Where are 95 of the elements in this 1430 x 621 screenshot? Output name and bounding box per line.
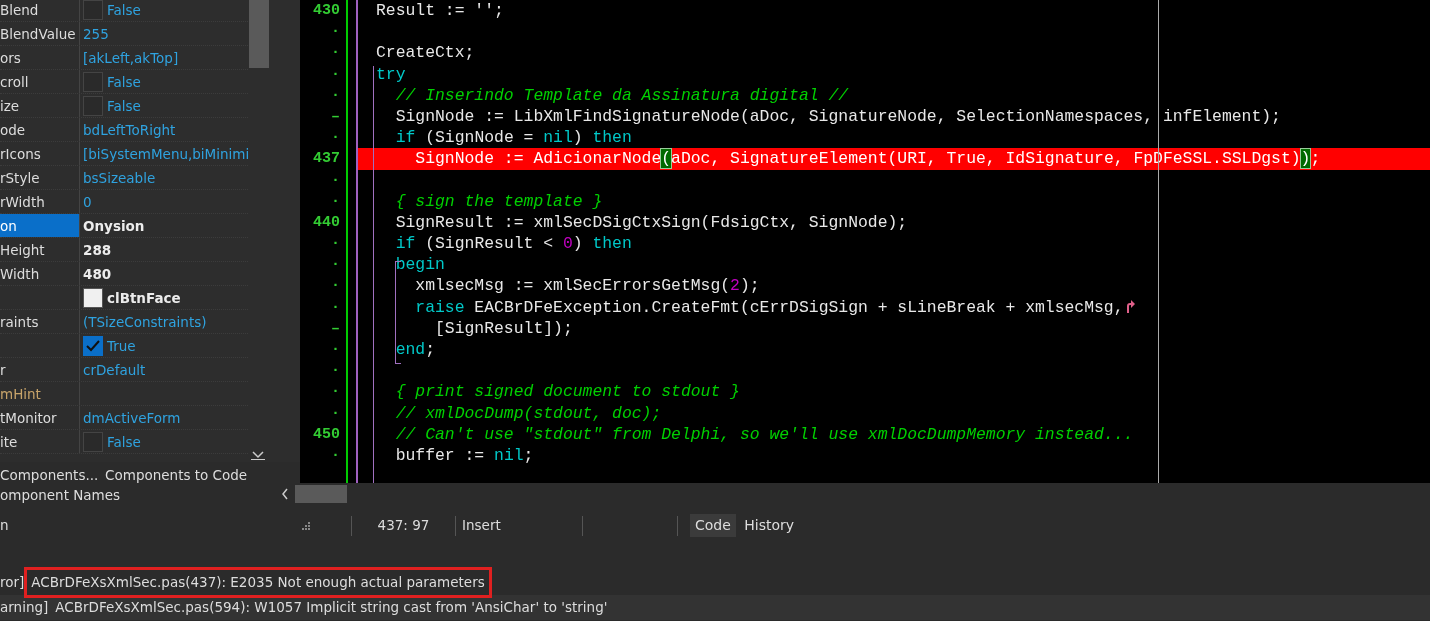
property-name[interactable]: r — [0, 362, 6, 378]
scroll-down-icon[interactable] — [251, 450, 265, 460]
line-number: · — [331, 383, 340, 401]
property-value[interactable]: 288 — [83, 238, 112, 261]
property-name[interactable]: ize — [0, 98, 20, 114]
view-tab[interactable]: History — [739, 514, 800, 537]
property-name[interactable]: Blend — [0, 2, 39, 18]
line-number: · — [331, 298, 340, 316]
code-line: buffer := nil; — [394, 445, 534, 465]
line-number: · — [331, 256, 340, 274]
property-value[interactable]: (TSizeConstraints) — [83, 310, 207, 333]
line-number: 450 — [313, 425, 340, 443]
checkbox[interactable] — [83, 335, 103, 356]
property-name[interactable]: ode — [0, 122, 26, 138]
property-value[interactable]: 0 — [83, 190, 92, 213]
line-number: · — [331, 362, 340, 380]
property-value[interactable]: 480 — [83, 262, 112, 285]
scroll-left-icon[interactable] — [281, 488, 290, 500]
checkbox[interactable] — [83, 71, 103, 92]
checkbox[interactable] — [83, 95, 103, 116]
checkbox[interactable] — [83, 431, 103, 452]
checkbox[interactable] — [83, 0, 103, 20]
property-name[interactable]: croll — [0, 74, 29, 90]
line-number: 430 — [313, 2, 340, 19]
inspector-link[interactable]: omponent Names — [0, 485, 121, 505]
line-number: · — [331, 65, 340, 83]
code-line: { sign the template } — [394, 191, 603, 211]
property-value[interactable]: Onysion — [83, 214, 145, 237]
code-line: SignResult := xmlSecDSigCtxSign(FdsigCtx, SignNode); — [394, 212, 908, 232]
code-line: if (SignNode = nil) then — [394, 128, 632, 148]
property-name[interactable]: mHint — [0, 386, 41, 402]
code-line: if (SignResult < 0) then — [394, 234, 632, 254]
code-line: // xmlDocDump(stdout, doc); — [394, 403, 662, 423]
property-value[interactable]: False — [107, 0, 141, 21]
line-number: · — [331, 404, 340, 422]
message-text[interactable]: ACBrDFeXsXmlSec.pas(437): E2035 Not enough actual parameters — [24, 567, 492, 598]
line-number: · — [331, 446, 340, 464]
code-line: // Can't use "stdout" from Delphi, so we'll use xmlDocDumpMemory instead... — [394, 424, 1134, 444]
property-name[interactable]: tMonitor — [0, 410, 57, 426]
code-line: try — [376, 64, 406, 84]
line-number: · — [331, 341, 340, 358]
property-name[interactable]: Width — [0, 266, 40, 282]
property-value[interactable]: bdLeftToRight — [83, 118, 176, 141]
line-number: 440 — [313, 213, 340, 231]
line-number: · — [331, 277, 340, 295]
property-value[interactable]: dmActiveForm — [83, 406, 181, 429]
line-number: · — [331, 235, 340, 253]
code-line: raise EACBrDFeException.CreateFmt(cErrDSigSign + sLineBreak + xmlsecMsg, — [414, 297, 1124, 317]
cursor-position: 437: 97 — [376, 516, 431, 536]
line-number: – — [331, 319, 340, 337]
insert-mode: Insert — [461, 516, 502, 536]
property-value[interactable]: 255 — [83, 22, 109, 45]
line-number: – — [331, 107, 340, 125]
code-line: xmlsecMsg := xmlSecErrorsGetMsg(2); — [414, 276, 760, 296]
property-value[interactable]: clBtnFace — [107, 286, 181, 309]
line-number: · — [331, 129, 340, 147]
property-name[interactable]: BlendValue — [0, 26, 76, 42]
code-line: SignNode := LibXmlFindSignatureNode(aDoc, SignatureNode, SelectionNamespaces, infElement); — [394, 106, 1281, 126]
scroll-thumb[interactable] — [249, 0, 269, 68]
message-prefix: ror] — [0, 573, 25, 593]
property-name[interactable]: ors — [0, 50, 21, 66]
property-name[interactable]: raints — [0, 314, 39, 330]
property-name[interactable]: rStyle — [0, 170, 40, 186]
property-name[interactable]: Height — [0, 242, 45, 258]
property-value[interactable]: [akLeft,akTop] — [83, 46, 179, 69]
line-number: · — [331, 23, 340, 41]
code-line: // Inserindo Template da Assinatura digital // — [394, 85, 849, 105]
status-label: n — [0, 516, 9, 536]
property-value[interactable]: False — [107, 70, 141, 93]
property-name[interactable]: ite — [0, 434, 18, 450]
line-number: 437 — [313, 150, 340, 168]
property-value[interactable]: False — [107, 430, 141, 453]
inspector-link[interactable]: Components to Code — [105, 465, 248, 485]
property-name[interactable]: on — [0, 218, 17, 234]
property-value[interactable]: bsSizeable — [83, 166, 156, 189]
message-prefix: arning] — [0, 598, 49, 618]
property-value[interactable]: True — [107, 334, 136, 357]
property-name[interactable]: rIcons — [0, 146, 41, 162]
scroll-thumb[interactable] — [295, 485, 348, 503]
line-number: · — [331, 44, 340, 62]
code-line: [SignResult]); — [434, 318, 573, 338]
code-line: { print signed document to stdout } — [394, 382, 740, 402]
property-value[interactable]: crDefault — [83, 358, 146, 381]
property-value[interactable]: [biSystemMenu,biMinimi — [83, 142, 248, 165]
line-number: · — [331, 171, 340, 189]
code-line: Result := ''; — [376, 1, 504, 20]
inspector-link[interactable]: Components... — [0, 465, 99, 485]
property-name[interactable]: rWidth — [0, 194, 45, 210]
code-line: begin — [394, 255, 445, 275]
line-number: · — [331, 86, 340, 104]
code-line: CreateCtx; — [376, 43, 475, 63]
line-number: · — [331, 192, 340, 210]
property-value[interactable]: False — [107, 94, 141, 117]
code-line: end; — [394, 340, 436, 359]
view-tab[interactable]: Code — [690, 514, 736, 537]
